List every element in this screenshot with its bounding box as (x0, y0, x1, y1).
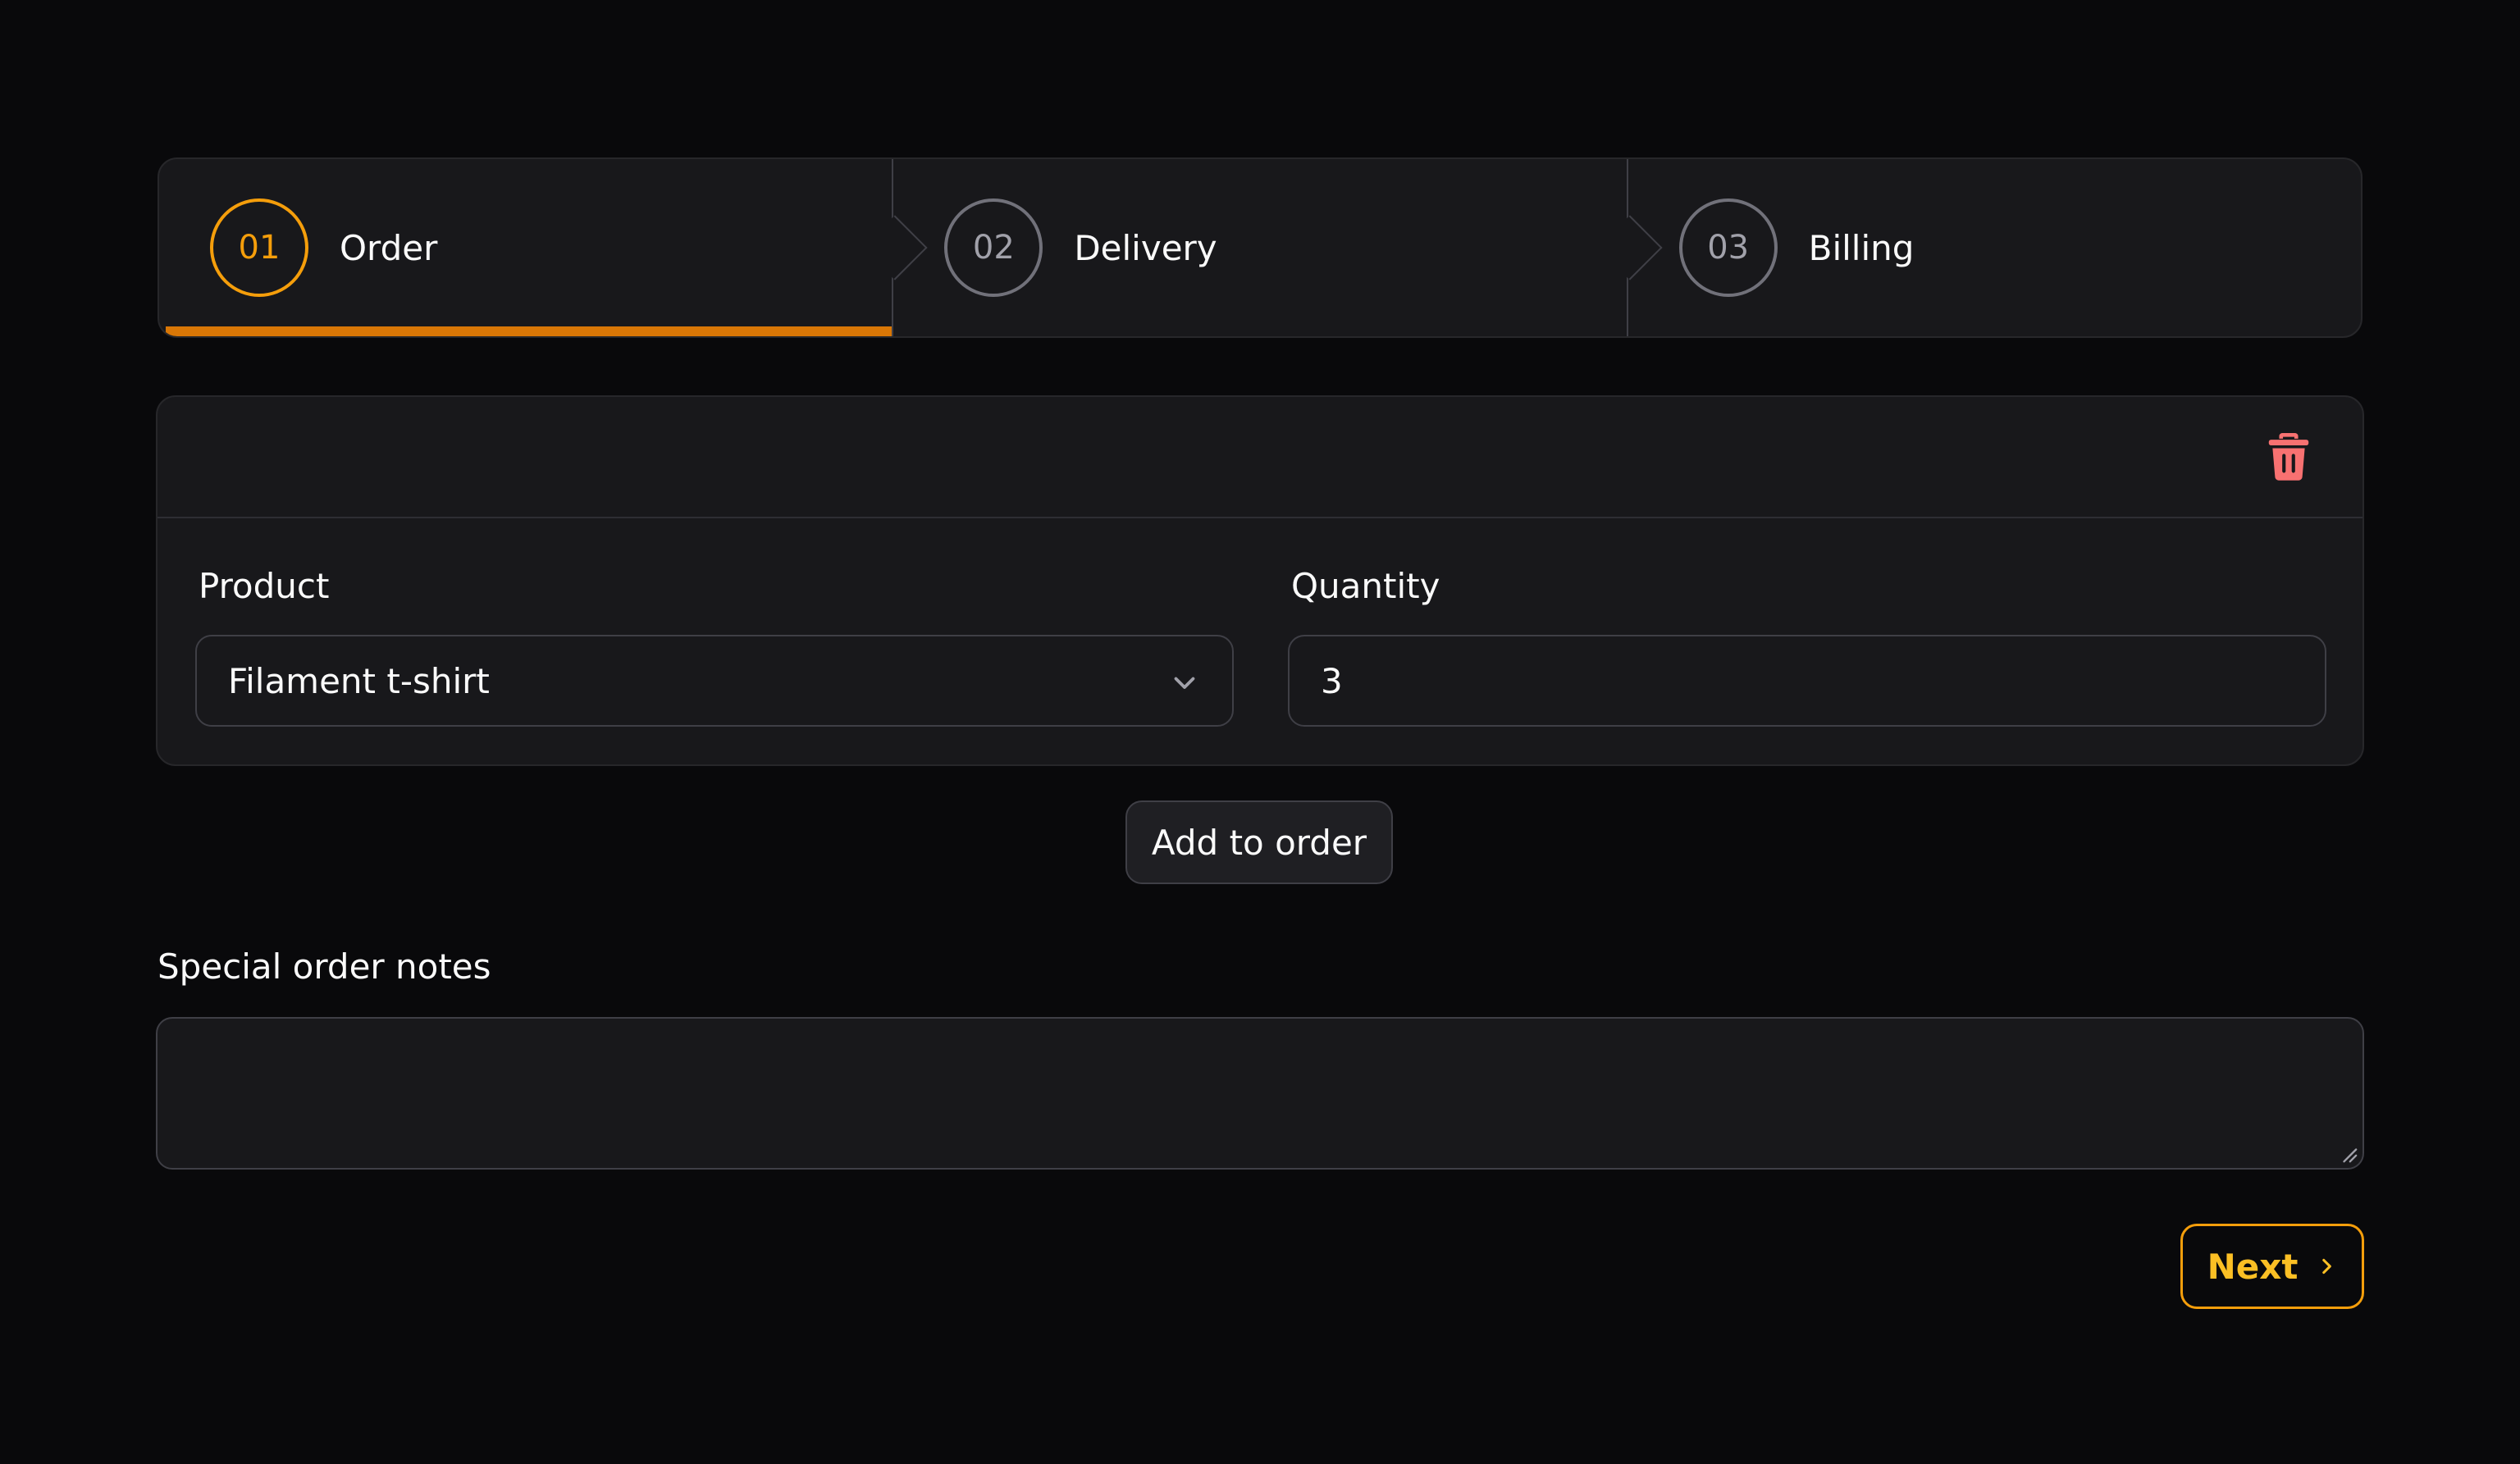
product-select[interactable]: Filament t-shirt (195, 635, 1234, 727)
step-number: 01 (210, 198, 308, 297)
step-number: 03 (1678, 198, 1778, 297)
step-label: Billing (1808, 227, 1915, 268)
notes-label: Special order notes (158, 946, 491, 987)
quantity-input[interactable]: 3 (1288, 635, 2326, 727)
quantity-label: Quantity (1291, 566, 1440, 606)
product-select-value: Filament t-shirt (228, 660, 490, 701)
add-to-order-button[interactable]: Add to order (1125, 800, 1393, 884)
step-label: Order (340, 227, 438, 268)
chevron-right-icon (2322, 1258, 2332, 1275)
chevron-down-icon (1174, 677, 1195, 689)
wizard-steps: 01 Order 02 Delivery 03 Billing (158, 157, 2362, 338)
order-item-card: Product Filament t-shirt Quantity 3 (156, 395, 2364, 766)
step-label: Delivery (1074, 227, 1217, 268)
step-number: 02 (944, 198, 1043, 297)
notes-textarea[interactable] (156, 1017, 2364, 1170)
next-button-label: Next (2207, 1246, 2299, 1287)
next-button[interactable]: Next (2180, 1224, 2364, 1309)
step-delivery[interactable]: 02 Delivery (892, 159, 1663, 336)
active-step-indicator (166, 326, 892, 336)
step-billing[interactable]: 03 Billing (1626, 159, 2361, 336)
page: 01 Order 02 Delivery 03 Billing Product (0, 0, 2520, 1464)
order-item-header (158, 397, 2362, 518)
resize-handle-icon[interactable] (2340, 1145, 2358, 1163)
product-label: Product (199, 566, 330, 606)
quantity-value: 3 (1321, 660, 1343, 701)
step-order[interactable]: 01 Order (159, 159, 928, 336)
trash-icon[interactable] (2266, 433, 2312, 482)
